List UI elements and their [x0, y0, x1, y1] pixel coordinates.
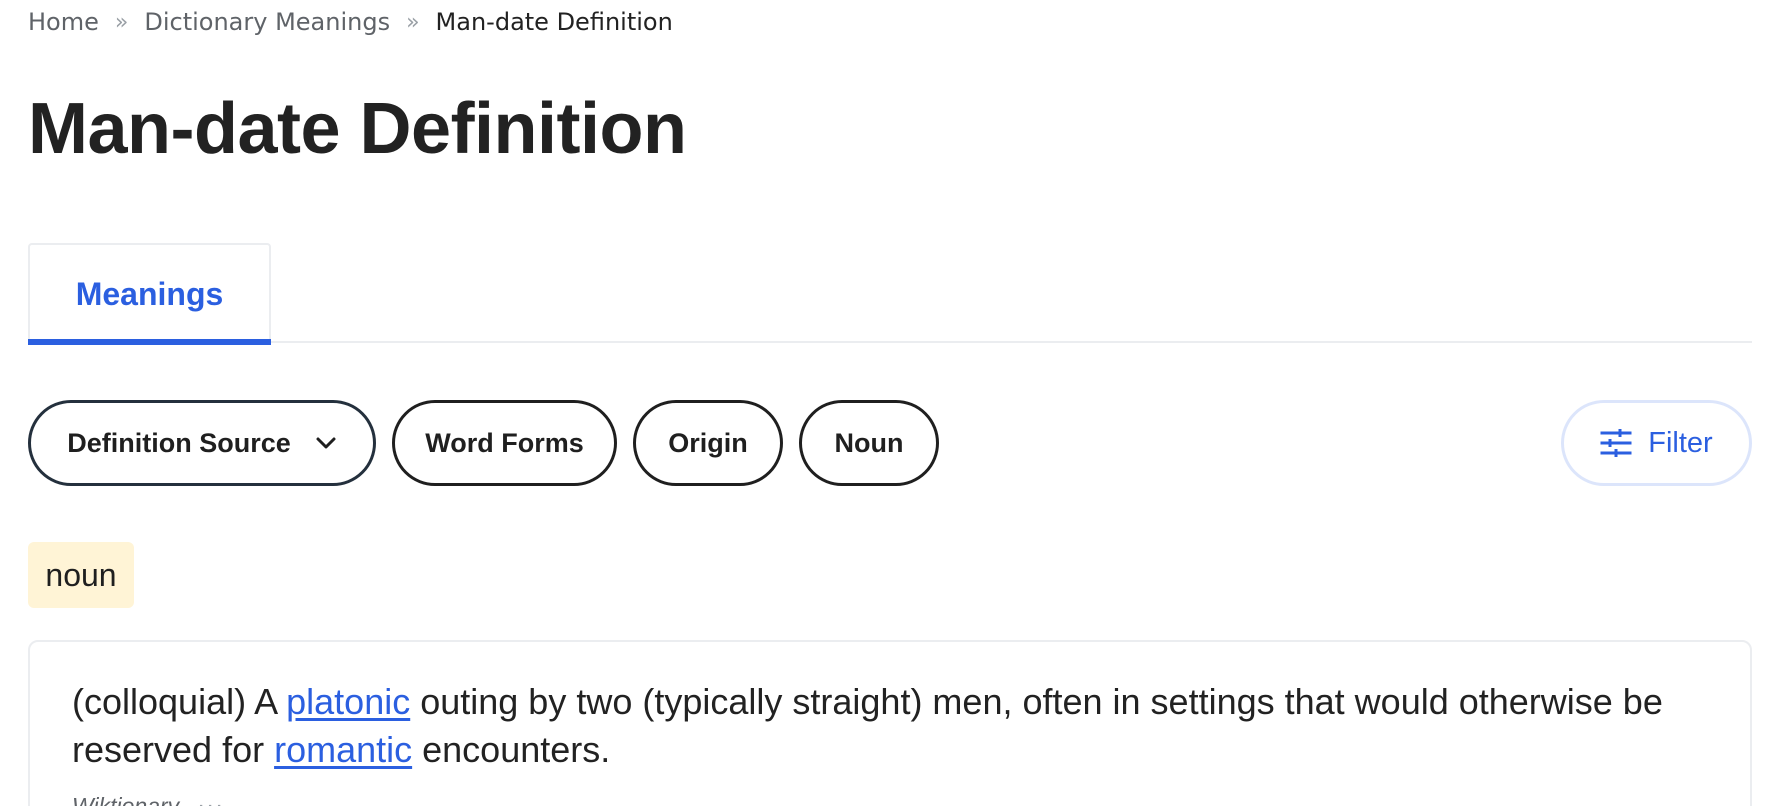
breadcrumb-section-link[interactable]: Dictionary Meanings	[144, 8, 390, 36]
chevron-down-icon	[315, 436, 337, 450]
definition-source-dropdown[interactable]: Definition Source	[28, 400, 376, 486]
definition-prefix: (colloquial) A	[72, 681, 287, 722]
part-of-speech-badge: noun	[28, 542, 134, 608]
breadcrumb-separator: »	[406, 9, 420, 35]
tab-meanings[interactable]: Meanings	[28, 243, 271, 345]
more-options-icon[interactable]: ···	[197, 792, 224, 806]
filter-label: Filter	[1648, 426, 1713, 459]
breadcrumb: Home » Dictionary Meanings » Man-date De…	[28, 8, 673, 36]
page: Home » Dictionary Meanings » Man-date De…	[0, 0, 1788, 806]
sliders-icon	[1600, 428, 1632, 458]
filter-chips: Definition Source Word Forms Origin Noun	[28, 400, 939, 486]
page-title: Man-date Definition	[28, 89, 687, 169]
breadcrumb-separator: »	[114, 9, 129, 35]
breadcrumb-current: Man-date Definition	[435, 8, 673, 36]
tab-bar: Meanings	[28, 243, 1752, 345]
definition-card: (colloquial) A platonic outing by two (t…	[28, 640, 1752, 806]
filter-button[interactable]: Filter	[1561, 400, 1752, 486]
platonic-link[interactable]: platonic	[286, 681, 410, 722]
definition-source-row: Wiktionary ···	[72, 792, 1710, 806]
definition-suffix: encounters.	[412, 729, 611, 770]
definition-text: (colloquial) A platonic outing by two (t…	[72, 678, 1710, 774]
origin-chip[interactable]: Origin	[633, 400, 783, 486]
breadcrumb-home-link[interactable]: Home	[28, 8, 99, 36]
source-label: Wiktionary	[72, 792, 180, 806]
noun-chip[interactable]: Noun	[799, 400, 939, 486]
definition-source-label: Definition Source	[67, 427, 291, 458]
romantic-link[interactable]: romantic	[274, 729, 412, 770]
word-forms-chip[interactable]: Word Forms	[392, 400, 617, 486]
